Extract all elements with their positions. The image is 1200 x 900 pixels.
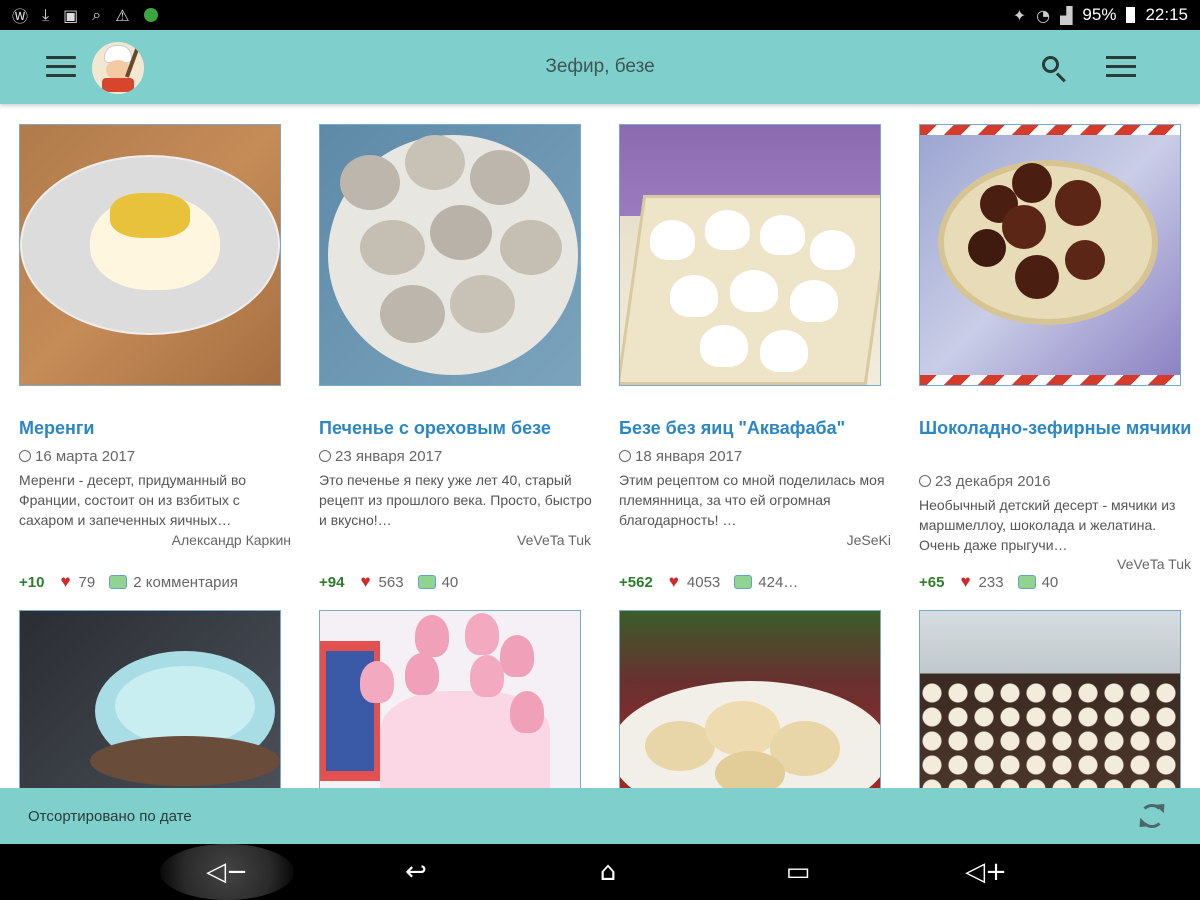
recipe-date: 16 марта 2017 [19, 448, 135, 465]
heart-icon[interactable]: ♥ [669, 572, 679, 592]
recipe-author[interactable]: VeVeTa Tuk [1117, 556, 1191, 572]
recipe-card[interactable] [319, 610, 599, 788]
recipe-photo-nut-meringue-cookies[interactable] [319, 124, 581, 386]
recipe-photo-meringue[interactable] [19, 124, 281, 386]
recipe-comments[interactable]: 40 [1042, 574, 1059, 591]
volume-down-icon[interactable]: ◁− [160, 844, 294, 900]
recipe-photo-chocolate-marshmallow-balls[interactable] [919, 124, 1181, 386]
recipe-title[interactable]: Меренги [19, 416, 294, 441]
image-icon: ▣ [63, 5, 79, 25]
recipe-title[interactable]: Печенье с ореховым безе [319, 416, 594, 441]
recipe-likes: 79 [78, 573, 96, 591]
search-icon: ⌕ [92, 5, 102, 24]
recipe-comments[interactable]: 40 [442, 574, 459, 591]
app-bar: Зефир, безе [0, 30, 1200, 104]
volume-up-icon[interactable]: ◁+ [926, 844, 1046, 900]
status-icons-right: ✦ ◔ ▟ 95% 22:15 [1013, 5, 1188, 25]
overflow-menu-icon[interactable] [1106, 56, 1136, 78]
comments-icon[interactable] [734, 575, 753, 589]
clock-icon [919, 475, 931, 487]
recipe-likes: 563 [378, 573, 404, 591]
clock: 22:15 [1145, 5, 1188, 24]
heart-icon[interactable]: ♥ [360, 572, 370, 592]
recipe-description: Меренги - десерт, придуманный во Франции… [19, 472, 247, 528]
battery-icon [1126, 7, 1136, 23]
wifi-icon: ◔ [1036, 5, 1051, 25]
comments-icon[interactable] [109, 575, 128, 589]
download-icon: ⤓ [42, 5, 50, 24]
recipe-photo-meringue-kisses[interactable] [919, 610, 1181, 788]
recipe-photo-coconut-cookies[interactable] [619, 610, 881, 788]
drawer-menu-icon[interactable] [46, 56, 76, 78]
shield-icon [143, 8, 158, 22]
clock-icon [319, 450, 331, 462]
recipe-date: 23 декабря 2016 [919, 473, 1051, 490]
home-icon[interactable]: ⌂ [548, 844, 668, 900]
recipe-card[interactable] [19, 610, 299, 788]
recipe-stats: +65 ♥ 233 40 [919, 572, 1199, 592]
recipe-grid[interactable]: Меренги 16 марта 2017 Меренги - десерт, … [0, 104, 1200, 788]
recipe-card[interactable] [919, 610, 1199, 788]
recipe-score: +94 [319, 573, 345, 591]
status-icons-left: Ⓦ ⤓ ▣ ⌕ ⚠ [12, 3, 158, 27]
recipe-stats: +562 ♥ 4053 424… [619, 572, 899, 592]
recipe-author[interactable]: Александр Каркин [172, 532, 291, 548]
recipe-card[interactable]: Печенье с ореховым безе 23 января 2017 Э… [319, 124, 599, 604]
recipe-description: Необычный детский десерт - мячики из мар… [919, 497, 1176, 553]
status-bar: Ⓦ ⤓ ▣ ⌕ ⚠ ✦ ◔ ▟ 95% 22:15 [0, 0, 1200, 30]
recipe-card[interactable]: Шоколадно-зефирные мячики 23 декабря 201… [919, 124, 1199, 604]
recipe-card[interactable] [619, 610, 899, 788]
bluetooth-icon: ✦ [1012, 5, 1027, 25]
recipe-score: +562 [619, 573, 653, 591]
recipe-likes: 4053 [686, 573, 721, 591]
recipe-description: Этим рецептом со мной поделилась моя пле… [619, 472, 885, 528]
refresh-icon[interactable] [1135, 799, 1169, 832]
back-icon[interactable]: ↩ [356, 844, 476, 900]
system-nav-bar: ◁− ↩ ⌂ ▭ ◁+ [0, 844, 1200, 900]
recipe-photo-aquafaba-meringue[interactable] [619, 124, 881, 386]
signal-icon: ▟ [1060, 5, 1073, 25]
recipe-title[interactable]: Безе без яиц "Аквафаба" [619, 416, 894, 441]
recipe-photo-blue-meringue[interactable] [19, 610, 281, 788]
recipe-description: Это печенье я пеку уже лет 40, старый ре… [319, 472, 592, 528]
clock-icon [619, 450, 631, 462]
recipe-likes: 233 [978, 573, 1004, 591]
recents-icon[interactable]: ▭ [738, 844, 858, 900]
page-title: Зефир, безе [545, 56, 655, 77]
heart-icon[interactable]: ♥ [60, 572, 70, 592]
recipe-date: 18 января 2017 [619, 448, 742, 465]
recipe-stats: +94 ♥ 563 40 [319, 572, 599, 592]
search-icon[interactable] [1040, 54, 1070, 84]
recipe-title[interactable]: Шоколадно-зефирные мячики [919, 416, 1194, 441]
comments-icon[interactable] [1017, 575, 1036, 589]
recipe-comments[interactable]: 424… [758, 574, 798, 591]
comments-icon[interactable] [417, 575, 436, 589]
recipe-stats: +10 ♥ 79 2 комментария [19, 572, 299, 592]
recipe-author[interactable]: JeSeKi [847, 532, 891, 548]
recipe-score: +10 [19, 573, 45, 591]
recipe-score: +65 [919, 573, 945, 591]
recipe-card[interactable]: Меренги 16 марта 2017 Меренги - десерт, … [19, 124, 299, 604]
battery-percent: 95% [1082, 5, 1117, 24]
warning-icon: ⚠ [115, 5, 130, 25]
sort-bar: Отсортировано по дате [0, 788, 1200, 844]
heart-icon[interactable]: ♥ [960, 572, 970, 592]
recipe-card[interactable]: Безе без яиц "Аквафаба" 18 января 2017 Э… [619, 124, 899, 604]
sort-label[interactable]: Отсортировано по дате [28, 788, 192, 846]
recipe-comments[interactable]: 2 комментария [133, 574, 238, 591]
recipe-photo-marshmallow-tulips[interactable] [319, 610, 581, 788]
recipe-date: 23 января 2017 [319, 448, 442, 465]
recipe-author[interactable]: VeVeTa Tuk [517, 532, 591, 548]
clock-icon [19, 450, 31, 462]
wordpress-icon: Ⓦ [12, 7, 29, 26]
chef-logo[interactable] [92, 42, 144, 94]
